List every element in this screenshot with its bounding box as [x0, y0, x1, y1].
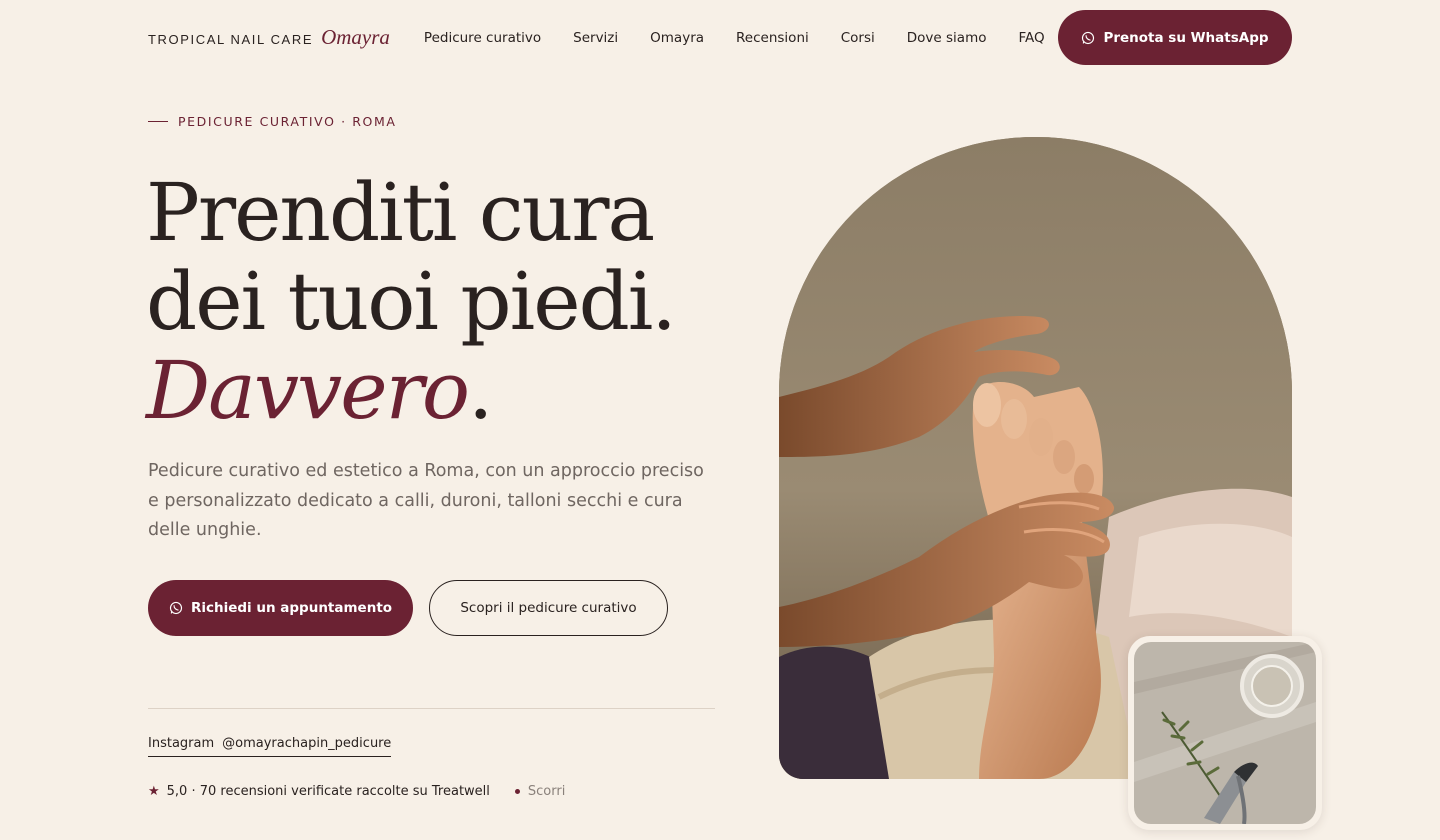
hero-headline: Prenditi cura dei tuoi piedi. Davvero. — [146, 168, 766, 435]
headline-accent: Davvero — [146, 344, 470, 437]
rating-text: 5,0 · 70 recensioni verificate raccolte … — [166, 784, 490, 799]
brand-logo[interactable]: TROPICAL NAIL CARE Omayra — [148, 25, 390, 50]
whatsapp-icon — [169, 601, 183, 615]
brand-name: TROPICAL NAIL CARE — [148, 32, 314, 47]
discover-pedicure-button[interactable]: Scopri il pedicure curativo — [429, 580, 668, 636]
request-appointment-label: Richiedi un appuntamento — [190, 600, 393, 616]
dot-icon — [514, 789, 520, 794]
nav-link-omayra[interactable]: Omayra — [650, 30, 704, 46]
star-icon: ★ — [148, 784, 160, 799]
whatsapp-booking-label: Prenota su WhatsApp — [1103, 29, 1269, 46]
headline-period: . — [467, 344, 493, 437]
nav-link-servizi[interactable]: Servizi — [573, 30, 618, 46]
nav-links: Pedicure curativo Servizi Omayra Recensi… — [424, 30, 1045, 46]
scroll-hint[interactable]: Scorri — [528, 784, 565, 799]
hero-lead: Pedicure curativo ed estetico a Roma, co… — [148, 461, 704, 540]
request-appointment-button[interactable]: Richiedi un appuntamento — [148, 580, 413, 636]
instagram-handle: @omayrachapin_pedicure — [222, 736, 392, 751]
nav-link-dove-siamo[interactable]: Dove siamo — [907, 30, 987, 46]
whatsapp-booking-button[interactable]: Prenota su WhatsApp — [1058, 10, 1292, 65]
rating-row: ★ 5,0 · 70 recensioni verificate raccolt… — [148, 784, 565, 799]
nav-link-corsi[interactable]: Corsi — [841, 30, 875, 46]
nav-link-recensioni[interactable]: Recensioni — [736, 30, 809, 46]
brand-script-name: Omayra — [321, 25, 390, 49]
headline-line-1: Prenditi cura — [146, 166, 655, 259]
eyebrow-line — [148, 121, 168, 122]
instagram-label: Instagram — [148, 736, 215, 751]
instagram-link[interactable]: Instagram @omayrachapin_pedicure — [148, 736, 392, 757]
headline-line-2: dei tuoi piedi. — [146, 255, 677, 348]
whatsapp-icon — [1082, 31, 1095, 44]
nav-link-faq[interactable]: FAQ — [1019, 30, 1045, 46]
hero-eyebrow: PEDICURE CURATIVO · ROMA — [148, 114, 397, 129]
top-navigation: TROPICAL NAIL CARE Omayra Pedicure curat… — [148, 10, 1292, 65]
hero-divider — [148, 708, 715, 709]
discover-pedicure-label: Scopri il pedicure curativo — [460, 600, 637, 616]
thumbnail-photo-tools — [1128, 636, 1322, 830]
eyebrow-text: PEDICURE CURATIVO · ROMA — [178, 114, 397, 129]
nav-link-pedicure-curativo[interactable]: Pedicure curativo — [424, 30, 541, 46]
